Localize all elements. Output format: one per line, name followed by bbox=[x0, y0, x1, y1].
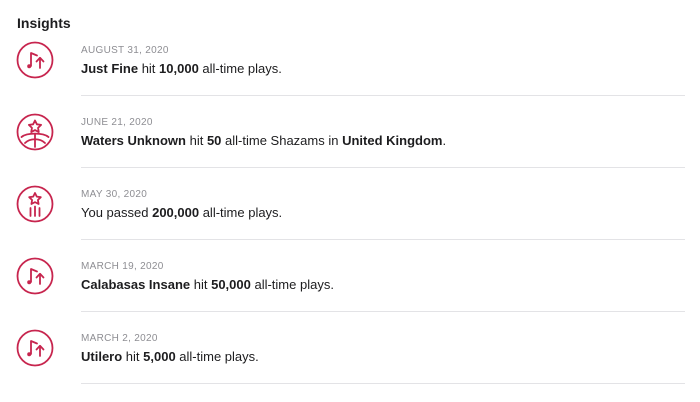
insight-value: 50,000 bbox=[211, 277, 251, 292]
insight-metric: all-time Shazams in bbox=[221, 133, 343, 148]
insight-connector: hit bbox=[190, 277, 212, 292]
insights-list: AUGUST 31, 2020 Just Fine hit 10,000 all… bbox=[0, 24, 700, 384]
insight-date: MARCH 2, 2020 bbox=[81, 333, 158, 344]
insight-date: AUGUST 31, 2020 bbox=[81, 45, 169, 56]
insight-text: Utilero hit 5,000 all-time plays. bbox=[81, 349, 259, 364]
list-item[interactable]: AUGUST 31, 2020 Just Fine hit 10,000 all… bbox=[0, 24, 700, 96]
music-note-arrow-up-icon bbox=[16, 257, 54, 295]
insight-date: JUNE 21, 2020 bbox=[81, 117, 153, 128]
insight-subject: Utilero bbox=[81, 349, 123, 364]
insight-connector: hit bbox=[185, 133, 207, 148]
insight-value: 10,000 bbox=[159, 61, 199, 76]
insight-text: Calabasas Insane hit 50,000 all-time pla… bbox=[81, 277, 334, 292]
insight-metric: all-time plays. bbox=[175, 349, 259, 364]
insight-text: You passed 200,000 all-time plays. bbox=[81, 205, 282, 220]
insight-subject: Just Fine bbox=[81, 61, 139, 76]
insight-subject: Calabasas Insane bbox=[81, 277, 191, 292]
insight-location: United Kingdom bbox=[342, 133, 443, 148]
insight-text: Just Fine hit 10,000 all-time plays. bbox=[81, 61, 282, 76]
list-item[interactable]: MARCH 19, 2020 Calabasas Insane hit 50,0… bbox=[0, 240, 700, 312]
insight-end: . bbox=[442, 133, 447, 148]
insight-date: MARCH 19, 2020 bbox=[81, 261, 164, 272]
star-bars-icon bbox=[16, 185, 54, 223]
insight-connector: hit bbox=[138, 61, 160, 76]
insight-metric: all-time plays. bbox=[250, 277, 334, 292]
insight-value: 50 bbox=[206, 133, 222, 148]
insight-date: MAY 30, 2020 bbox=[81, 189, 148, 200]
insight-value: 5,000 bbox=[143, 349, 176, 364]
insight-metric: all-time plays. bbox=[198, 61, 282, 76]
divider bbox=[81, 383, 685, 384]
star-globe-icon bbox=[16, 113, 54, 151]
list-item[interactable]: MARCH 2, 2020 Utilero hit 5,000 all-time… bbox=[0, 312, 700, 384]
insight-value: 200,000 bbox=[152, 205, 200, 220]
insight-connector: You passed bbox=[81, 205, 153, 220]
list-item[interactable]: MAY 30, 2020 You passed 200,000 all-time… bbox=[0, 168, 700, 240]
insight-subject: Waters Unknown bbox=[81, 133, 186, 148]
insight-metric: all-time plays. bbox=[199, 205, 283, 220]
insight-connector: hit bbox=[122, 349, 144, 364]
list-item[interactable]: JUNE 21, 2020 Waters Unknown hit 50 all-… bbox=[0, 96, 700, 168]
music-note-arrow-up-icon bbox=[16, 41, 54, 79]
music-note-arrow-up-icon bbox=[16, 329, 54, 367]
insight-text: Waters Unknown hit 50 all-time Shazams i… bbox=[81, 133, 446, 148]
